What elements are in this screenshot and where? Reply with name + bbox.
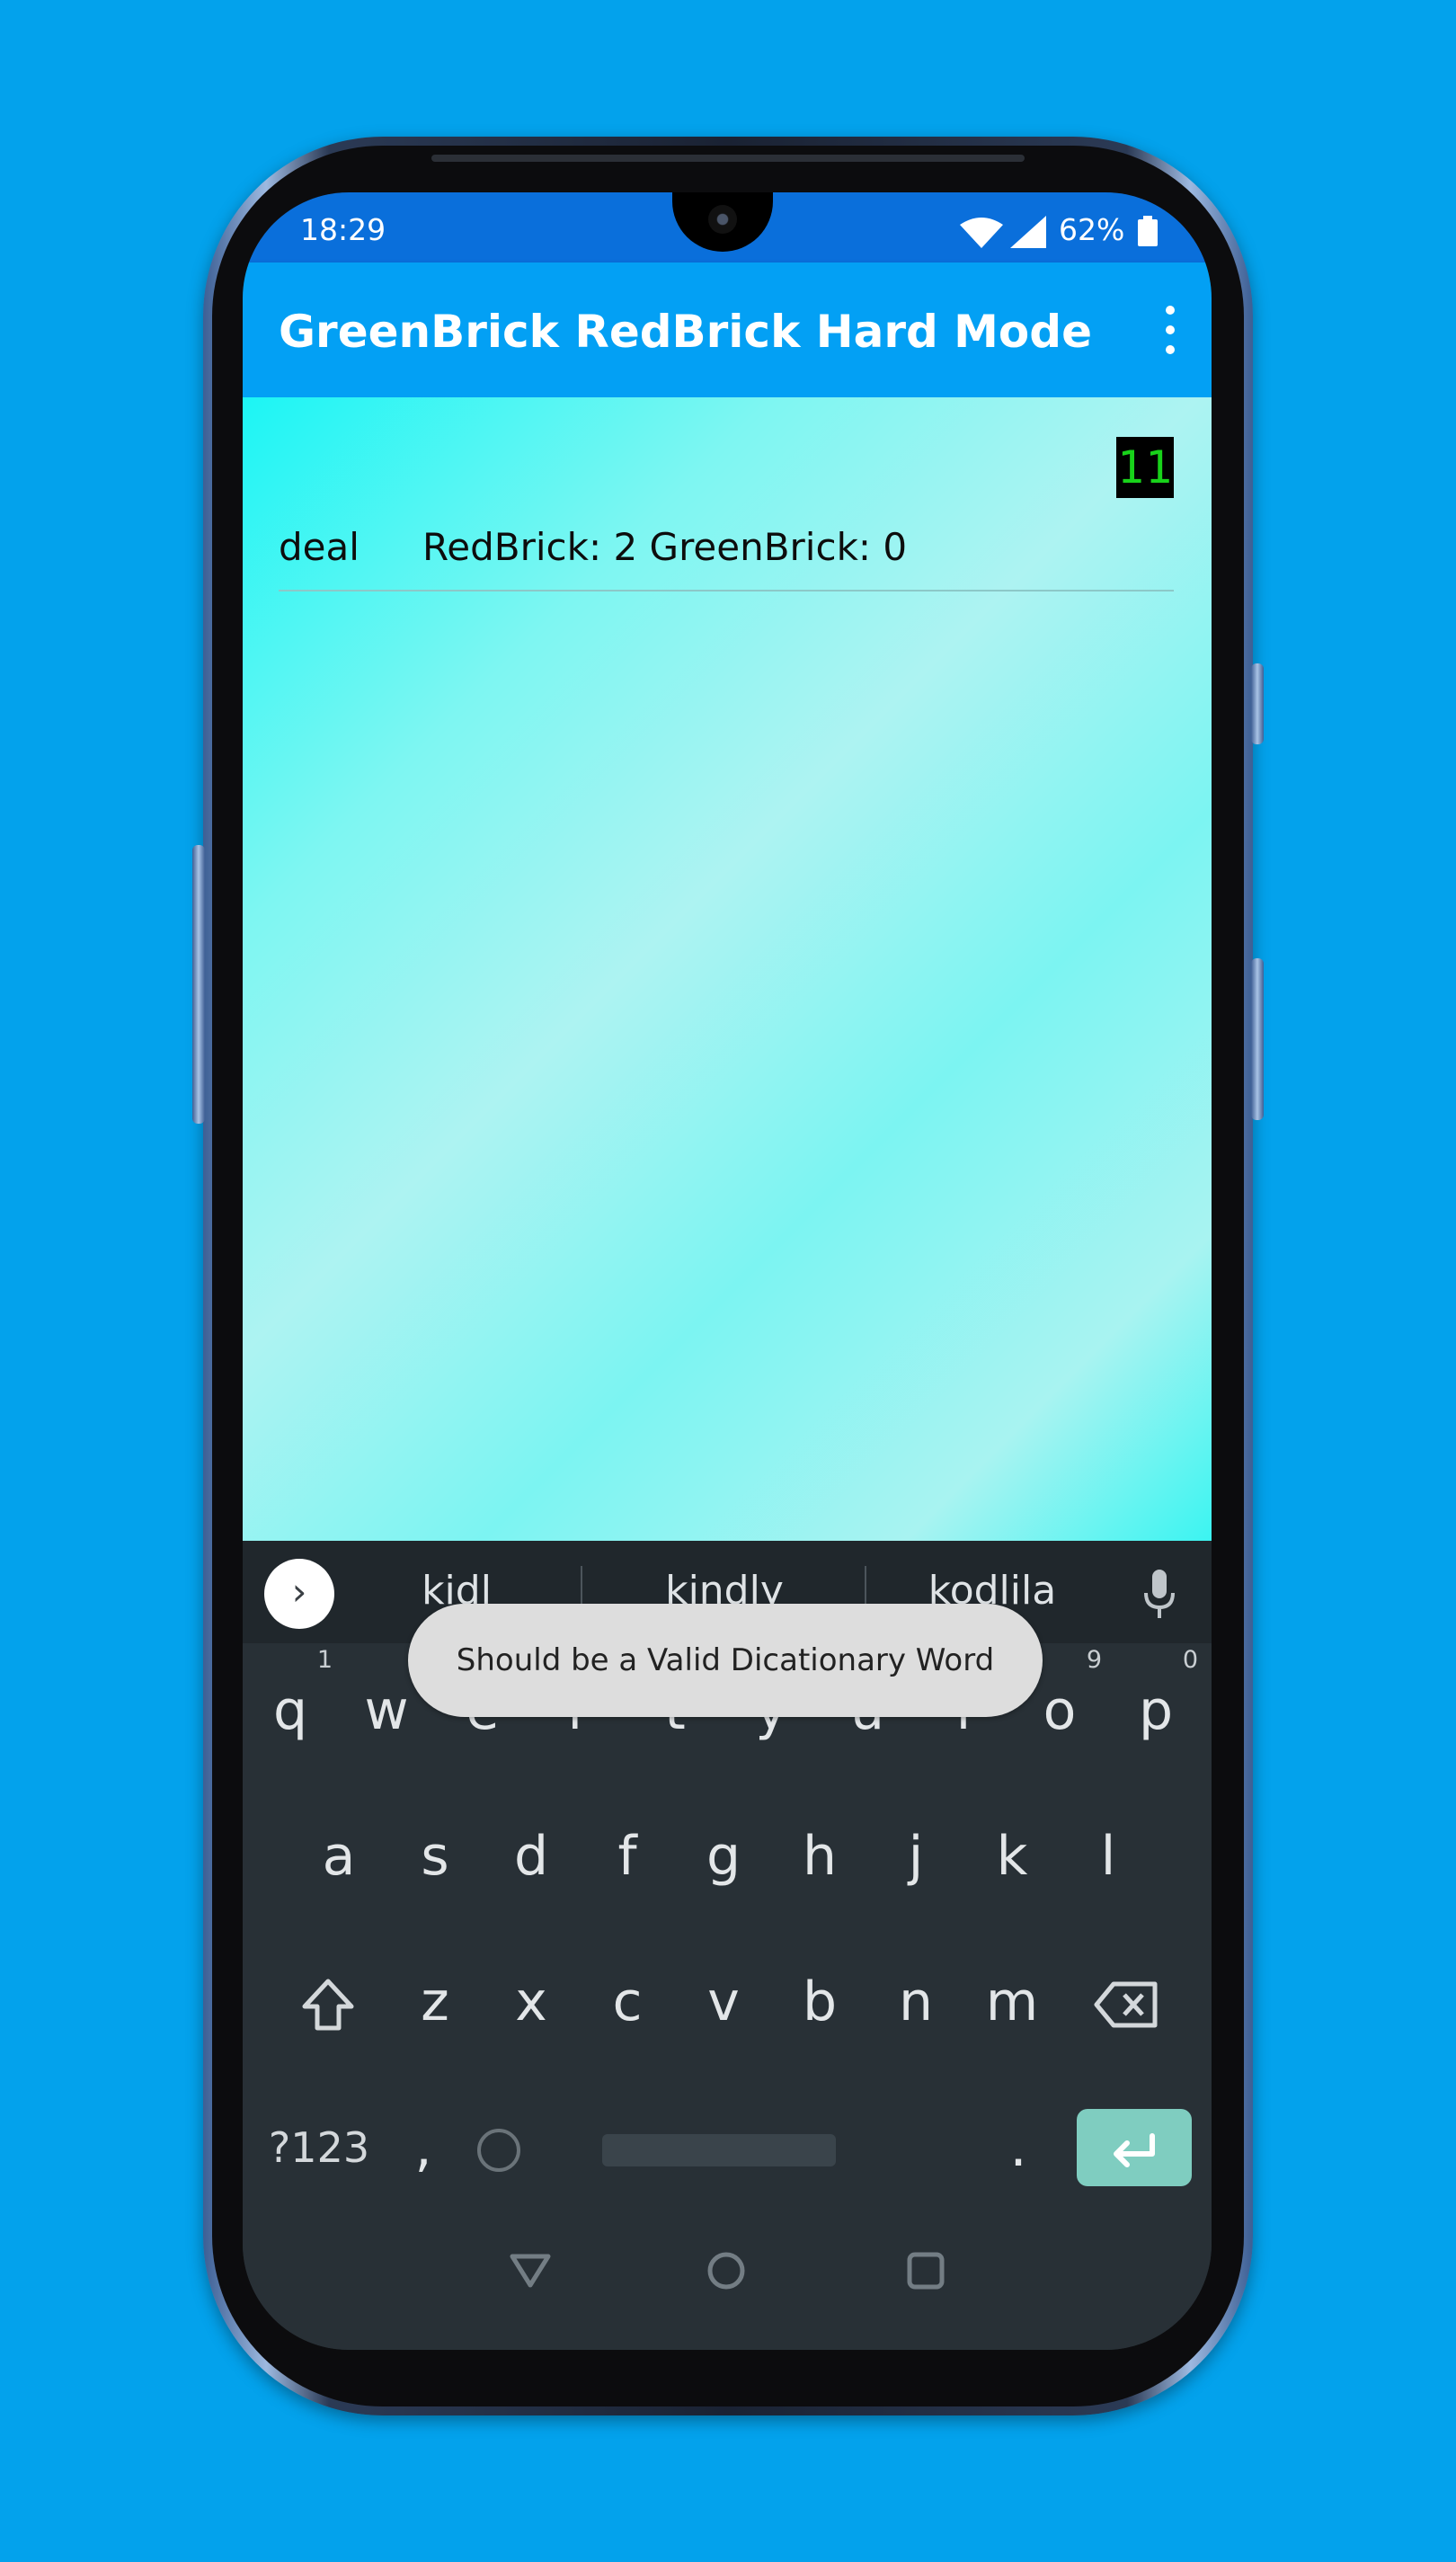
key-q-label: q: [272, 1679, 308, 1742]
symbols-key[interactable]: ?123: [243, 2080, 395, 2215]
power-button: [1251, 663, 1264, 744]
key-w-label: w: [364, 1679, 409, 1742]
emoji-icon: [477, 2129, 520, 2173]
shift-icon: [302, 1979, 354, 2031]
front-camera: [708, 205, 737, 234]
power-button-lower: [1251, 958, 1264, 1120]
battery-percentage: 62%: [1059, 212, 1125, 247]
phone-screen: 18:29 62% GreenBrick RedBrick Hard Mode …: [243, 192, 1212, 2350]
status-time: 18:29: [300, 212, 386, 247]
cell-signal-icon: [1010, 216, 1046, 248]
history-word: deal: [279, 525, 360, 569]
key-m[interactable]: m: [964, 1935, 1060, 2069]
turn-counter: 11: [1116, 437, 1174, 498]
microphone-icon[interactable]: [1141, 1568, 1177, 1622]
more-vert-icon[interactable]: [1152, 298, 1188, 361]
key-z[interactable]: z: [387, 1935, 483, 2069]
key-s[interactable]: s: [387, 1789, 483, 1924]
key-o-hint: 9: [1086, 1646, 1102, 1674]
game-area: 11 deal RedBrick: 2 GreenBrick: 0 OK: [243, 397, 1212, 1695]
enter-icon: [1114, 2133, 1155, 2167]
enter-key[interactable]: [1077, 2109, 1192, 2186]
emoji-key[interactable]: [449, 2080, 548, 2215]
key-o-label: o: [1043, 1679, 1077, 1742]
key-l[interactable]: l: [1061, 1789, 1156, 1924]
key-p-hint: 0: [1182, 1646, 1198, 1674]
key-q-hint: 1: [316, 1646, 333, 1674]
back-icon[interactable]: [503, 2244, 557, 2298]
key-a[interactable]: a: [291, 1789, 386, 1924]
key-p-label: p: [1138, 1679, 1174, 1742]
navigation-bar: [243, 2201, 1212, 2350]
key-k[interactable]: k: [964, 1789, 1060, 1924]
key-q[interactable]: q1: [243, 1643, 338, 1778]
home-icon[interactable]: [699, 2244, 753, 2298]
battery-icon: [1138, 216, 1158, 246]
wifi-icon: [960, 218, 1003, 248]
space-key[interactable]: [602, 2134, 836, 2166]
key-d[interactable]: d: [484, 1789, 579, 1924]
shift-key[interactable]: [270, 1935, 386, 2069]
key-x[interactable]: x: [484, 1935, 579, 2069]
volume-button: [192, 845, 205, 1124]
backspace-icon: [1094, 1981, 1158, 2028]
history-divider: [279, 590, 1174, 592]
app-bar: GreenBrick RedBrick Hard Mode: [243, 262, 1212, 397]
keyboard: q1 w2 e3 r4 t5 y6 u7 i8 o9 p0 a s d f g …: [243, 1643, 1212, 2201]
key-v[interactable]: v: [676, 1935, 771, 2069]
key-g[interactable]: g: [676, 1789, 771, 1924]
recents-icon[interactable]: [899, 2244, 953, 2298]
chevron-right-icon[interactable]: ›: [264, 1559, 334, 1629]
key-f[interactable]: f: [580, 1789, 675, 1924]
earpiece-speaker: [431, 155, 1025, 162]
key-n[interactable]: n: [868, 1935, 963, 2069]
toast-message: Should be a Valid Dicationary Word: [408, 1604, 1043, 1717]
history-score: RedBrick: 2 GreenBrick: 0: [422, 525, 908, 569]
key-h[interactable]: h: [772, 1789, 867, 1924]
app-title: GreenBrick RedBrick Hard Mode: [279, 306, 1092, 358]
key-b[interactable]: b: [772, 1935, 867, 2069]
comma-key[interactable]: ,: [390, 2080, 457, 2215]
key-c[interactable]: c: [580, 1935, 675, 2069]
backspace-key[interactable]: [1068, 1935, 1185, 2069]
key-j[interactable]: j: [868, 1789, 963, 1924]
period-key[interactable]: .: [978, 2080, 1059, 2215]
key-p[interactable]: p0: [1108, 1643, 1203, 1778]
